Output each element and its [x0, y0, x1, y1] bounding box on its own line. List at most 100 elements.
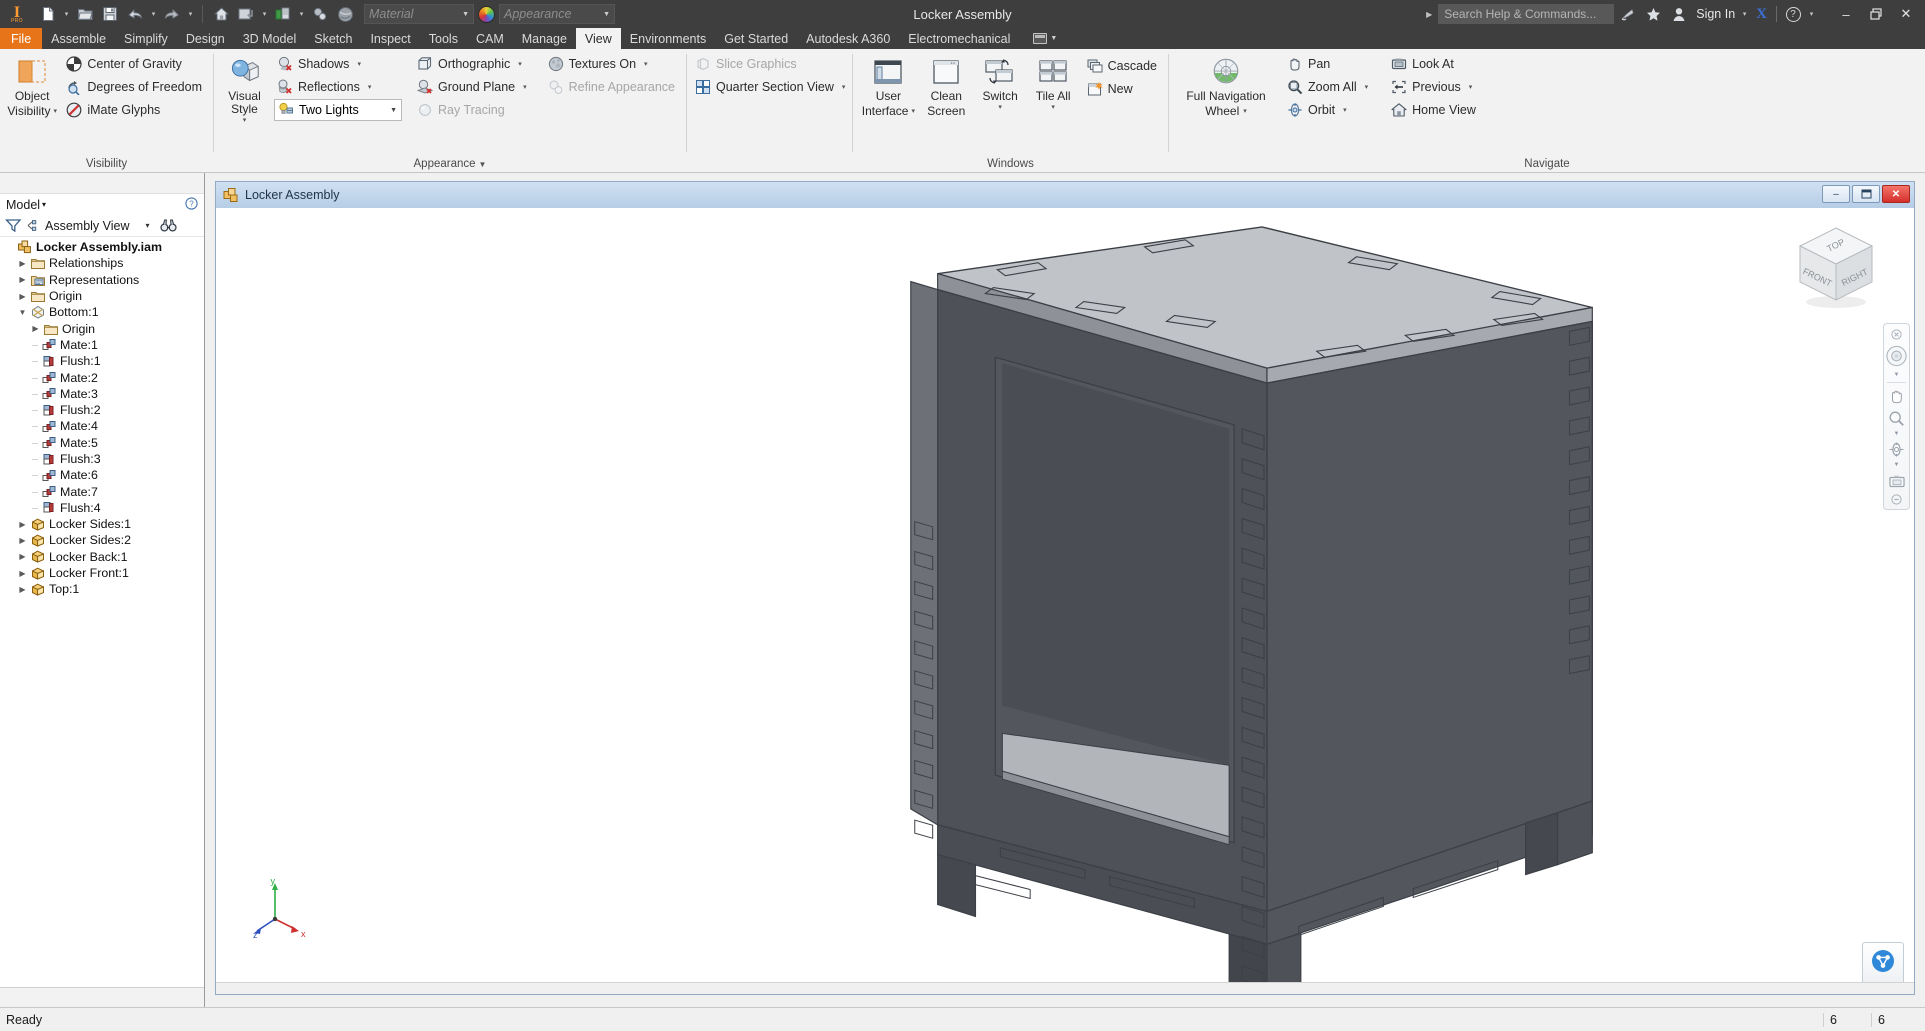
chevron-down-icon[interactable]: ▼ [1894, 430, 1900, 438]
expand-chevron-icon[interactable]: ▶ [17, 275, 28, 284]
user-account-icon[interactable] [1666, 2, 1692, 26]
tree-item[interactable]: ··· Flush:2 [0, 402, 204, 418]
chevron-down-icon[interactable]: ▼ [479, 160, 487, 169]
chevron-down-icon[interactable]: ▼ [1050, 35, 1057, 42]
chevron-down-icon[interactable]: ▾ [842, 83, 846, 91]
new-document-button[interactable] [36, 2, 60, 26]
share-a360-button[interactable] [1862, 942, 1904, 984]
chevron-down-icon[interactable]: ▾ [911, 105, 915, 118]
home-view-button[interactable]: Home View [1388, 99, 1482, 121]
pan-button[interactable]: Pan [1284, 53, 1374, 75]
textures-on-button[interactable]: Textures On ▾ [545, 53, 681, 75]
chevron-down-icon[interactable]: ▾ [1343, 106, 1347, 114]
minimize-button[interactable]: – [1831, 2, 1861, 26]
orbit-button[interactable]: Orbit ▾ [1284, 99, 1374, 121]
material-combo[interactable]: Material ▼ [364, 4, 474, 24]
chevron-down-icon[interactable]: ▾ [368, 83, 372, 91]
chevron-down-icon[interactable]: ▼ [1894, 461, 1900, 469]
tree-item[interactable]: ··· Mate:4 [0, 418, 204, 434]
tree-item[interactable]: ··· Flush:4 [0, 500, 204, 516]
object-visibility-button[interactable]: Object Visibility ▾ [5, 53, 59, 121]
filter-funnel-icon[interactable] [5, 218, 22, 233]
chevron-down-icon[interactable]: ▾ [1243, 105, 1247, 118]
look-at-button[interactable]: Look At [1388, 53, 1482, 75]
ribbon-tab-manage[interactable]: Manage [513, 28, 576, 49]
ribbon-tab-tools[interactable]: Tools [420, 28, 467, 49]
expand-chevron-icon[interactable]: ▶ [17, 552, 28, 561]
expand-chevron-icon[interactable]: ▶ [17, 292, 28, 301]
tree-item[interactable]: Locker Assembly.iam [0, 239, 204, 255]
return-dropdown[interactable]: ▾ [259, 2, 270, 26]
expand-chevron-icon[interactable]: ▶ [17, 520, 28, 529]
sign-in-dropdown[interactable]: ▾ [1739, 2, 1750, 26]
ribbon-tab-autodesk-a360[interactable]: Autodesk A360 [797, 28, 899, 49]
update-button[interactable] [271, 2, 295, 26]
document-restore-button[interactable] [1852, 185, 1880, 203]
restore-button[interactable] [1861, 2, 1891, 26]
tree-item[interactable]: ▶ Locker Back:1 [0, 549, 204, 565]
reflections-button[interactable]: Reflections ▾ [274, 76, 402, 98]
horizontal-scrollbar[interactable] [216, 982, 1914, 994]
binoculars-icon[interactable] [159, 218, 177, 233]
expand-chevron-icon[interactable]: ▶ [17, 569, 28, 578]
shadows-button[interactable]: Shadows ▾ [274, 53, 402, 75]
user-interface-button[interactable]: User Interface ▾ [858, 53, 919, 121]
previous-view-button[interactable]: Previous ▾ [1388, 76, 1482, 98]
tree-item[interactable]: ··· Mate:6 [0, 467, 204, 483]
lighting-style-combo[interactable]: Two Lights ▼ [274, 99, 402, 121]
chevron-down-icon[interactable]: ▾ [42, 200, 46, 209]
tree-item[interactable]: ··· Mate:7 [0, 483, 204, 499]
ribbon-tab-assemble[interactable]: Assemble [42, 28, 115, 49]
ribbon-tab-cam[interactable]: CAM [467, 28, 513, 49]
chevron-down-icon[interactable]: ▾ [1051, 103, 1055, 111]
search-expand-arrow[interactable]: ▶ [1420, 10, 1438, 19]
tree-item[interactable]: ▶ Top:1 [0, 581, 204, 597]
orbit-icon[interactable] [1885, 439, 1908, 460]
orthographic-button[interactable]: Orthographic ▾ [414, 53, 533, 75]
expand-chevron-icon[interactable]: ▶ [17, 536, 28, 545]
ribbon-display-options[interactable]: ▼ [1025, 28, 1065, 49]
chevron-down-icon[interactable]: ▾ [998, 103, 1002, 111]
ribbon-tab-get-started[interactable]: Get Started [715, 28, 797, 49]
browser-panel-selector[interactable]: Model ▾ ? [0, 194, 204, 215]
steering-wheel-icon[interactable] [1885, 342, 1908, 370]
chevron-down-icon[interactable]: ▾ [523, 83, 527, 91]
new-window-button[interactable]: New [1084, 78, 1163, 100]
tile-all-button[interactable]: Tile All ▾ [1027, 53, 1080, 114]
chevron-down-icon[interactable]: ▾ [1469, 83, 1473, 91]
ribbon-tab-electromechanical[interactable]: Electromechanical [899, 28, 1019, 49]
tree-item[interactable]: ▶ Representations [0, 272, 204, 288]
slice-graphics-button[interactable]: Slice Graphics [692, 53, 851, 75]
material-sphere-icon[interactable] [333, 2, 357, 26]
tree-item[interactable]: ··· Flush:3 [0, 451, 204, 467]
new-document-dropdown[interactable]: ▾ [61, 2, 72, 26]
expand-chevron-icon[interactable]: ▶ [17, 585, 28, 594]
return-button[interactable] [234, 2, 258, 26]
select-button[interactable] [308, 2, 332, 26]
clean-screen-button[interactable]: Clean Screen [919, 53, 974, 121]
close-button[interactable]: ✕ [1891, 2, 1921, 26]
zoom-magnifier-icon[interactable] [1885, 408, 1908, 429]
tree-item[interactable]: ··· Mate:2 [0, 369, 204, 385]
ground-plane-button[interactable]: Ground Plane ▾ [414, 76, 533, 98]
ribbon-tab-file[interactable]: File [0, 28, 43, 49]
refine-appearance-button[interactable]: Refine Appearance [545, 76, 681, 98]
undo-dropdown[interactable]: ▾ [148, 2, 159, 26]
document-minimize-button[interactable]: – [1822, 185, 1850, 203]
chevron-down-icon[interactable]: ▾ [357, 60, 361, 68]
document-close-button[interactable]: ✕ [1882, 185, 1910, 203]
expand-chevron-icon[interactable]: ▶ [30, 324, 41, 333]
model-tree[interactable]: Locker Assembly.iam ▶ Relationships ▶ Repres… [0, 237, 204, 987]
undo-button[interactable] [123, 2, 147, 26]
open-document-button[interactable] [73, 2, 97, 26]
zoom-all-button[interactable]: Zoom All ▾ [1284, 76, 1374, 98]
collapse-chevron-icon[interactable]: ▼ [17, 308, 28, 317]
chevron-down-icon[interactable]: ▾ [243, 116, 247, 124]
look-at-camera-icon[interactable] [1885, 470, 1908, 491]
tree-item[interactable]: ▶ Origin [0, 320, 204, 336]
pan-hand-icon[interactable] [1885, 386, 1908, 407]
appearance-combo[interactable]: Appearance ▼ [499, 4, 615, 24]
help-icon[interactable]: ? [1780, 2, 1806, 26]
favorites-star-icon[interactable] [1640, 2, 1666, 26]
tree-item[interactable]: ··· Mate:3 [0, 386, 204, 402]
